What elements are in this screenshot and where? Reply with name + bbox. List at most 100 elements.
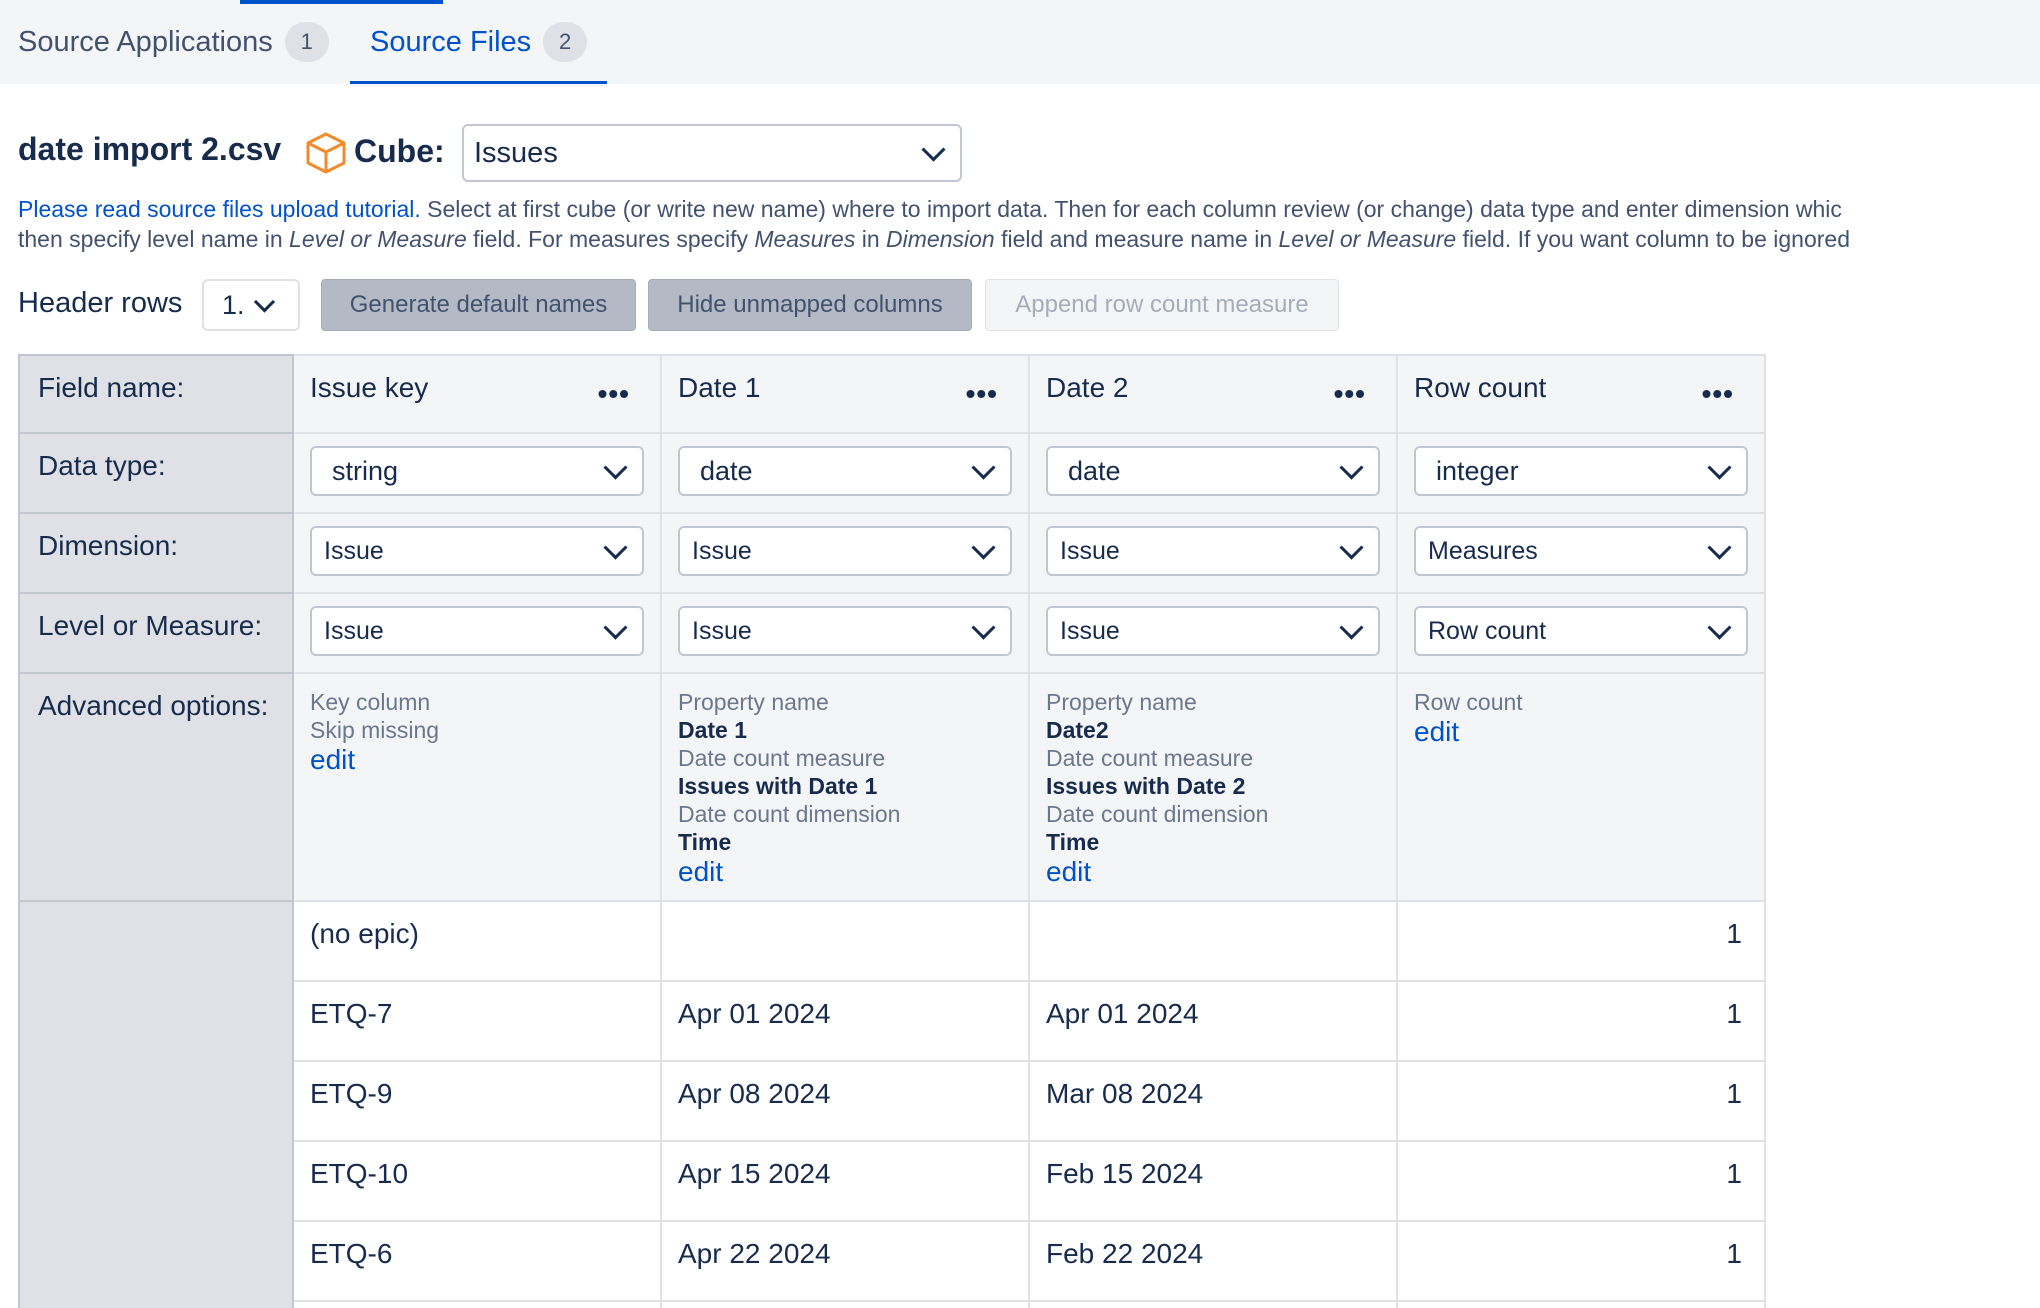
advanced-cell: Property name Date 1 Date count measure … [662,674,1030,902]
more-options-icon[interactable]: ••• [1702,378,1734,410]
tutorial-link[interactable]: Please read source files upload tutorial… [18,196,421,222]
data-type-select[interactable]: integer [1414,446,1748,496]
cube-icon [306,132,346,174]
tab-label: Source Applications [18,25,273,58]
adv-dimension-label: Date count dimension [678,801,901,827]
row-label-level: Level or Measure: [18,594,294,674]
tab-source-applications[interactable]: Source Applications 1 [18,0,329,84]
adv-dimension-value: Time [678,829,732,855]
table-row-cell: Apr 15 2024 [662,1142,1030,1222]
dimension-select[interactable]: Measures [1414,526,1748,576]
tab-count-badge: 1 [284,22,329,62]
cell-value: Apr 08 2024 [678,1078,831,1109]
cell-value: ETQ-10 [310,1158,409,1189]
adv-skip-missing: Skip missing [310,717,440,743]
adv-key-column: Key column [310,689,431,715]
data-type-select[interactable]: date [1046,446,1380,496]
adv-measure-value: Issues with Date 1 [678,773,878,799]
select-value: integer [1436,455,1519,486]
cell-value: Feb 15 2024 [1046,1158,1204,1189]
level-select[interactable]: Row count [1414,606,1748,656]
column-header: Row count ••• [1398,354,1766,434]
edit-link[interactable]: edit [310,744,355,776]
field-name: Date 1 [678,372,761,403]
edit-link[interactable]: edit [678,856,723,888]
cell-value: ETQ-6 [310,1238,393,1269]
field-name: Date 2 [1046,372,1129,403]
row-label-text: Field name: [38,372,185,403]
table-row-cell: 1 [1398,1142,1766,1222]
level-select[interactable]: Issue [678,606,1012,656]
tab-source-files[interactable]: Source Files 2 [349,0,608,84]
level-select[interactable]: Issue [1046,606,1380,656]
more-options-icon[interactable]: ••• [598,378,630,410]
table-row-cell: 1 [1398,902,1766,982]
dimension-select[interactable]: Issue [310,526,644,576]
cube-select[interactable]: Issues [462,124,962,182]
row-label-data-spacer [18,902,294,1308]
dimension-cell: Issue [1030,514,1398,594]
more-options-icon[interactable]: ••• [966,378,998,410]
select-value: date [700,455,753,486]
data-type-select[interactable]: string [310,446,644,496]
chevron-down-icon [971,615,996,640]
adv-property-value: Date2 [1046,717,1109,743]
row-label-text: Data type: [38,450,166,481]
cell-value: Mar 08 2024 [1046,1078,1204,1109]
adv-measure-value: Issues with Date 2 [1046,773,1246,799]
select-value: Issue [1060,616,1120,645]
chevron-down-icon [603,615,628,640]
tab-bar: Source Applications 1 Source Files 2 [0,0,2040,84]
advanced-options: Key column Skip missing edit [310,688,439,776]
table-row-cell: ETQ-6 [294,1222,662,1302]
level-select[interactable]: Issue [310,606,644,656]
header-rows-select[interactable]: 1. [202,279,300,331]
hide-unmapped-columns-button[interactable]: Hide unmapped columns [648,279,972,331]
table-row-cell [1030,902,1398,982]
help-line2-e: in [855,226,887,252]
chevron-down-icon [603,535,628,560]
more-options-icon[interactable]: ••• [1334,378,1366,410]
adv-property-value: Date 1 [678,717,748,743]
advanced-options: Property name Date 1 Date count measure … [678,688,900,888]
cell-value: Apr 22 2024 [678,1238,831,1269]
select-value: Issue [324,616,384,645]
table-row-cell: Apr 01 2024 [662,982,1030,1062]
chevron-down-icon [1707,455,1732,480]
cell-value: 1 [1726,1238,1742,1269]
table-row-cell: Feb 15 2024 [1030,1142,1398,1222]
level-cell: Issue [1030,594,1398,674]
chevron-down-icon [603,455,628,480]
tab-count-badge: 2 [543,22,588,62]
table-row-cell: ETQ-10 [294,1142,662,1222]
help-line2-h: Level or Measure [1278,226,1457,252]
data-type-cell: date [662,434,1030,514]
mapping-grid: Field name: Data type: Dimension: Level … [18,354,1766,1308]
generate-default-names-button[interactable]: Generate default names [321,279,636,331]
edit-link[interactable]: edit [1046,856,1091,888]
chevron-down-icon [971,455,996,480]
edit-link[interactable]: edit [1414,716,1459,748]
help-line2-f: Dimension [886,226,995,252]
table-row-cell: (no epic) [294,902,662,982]
table-row-cell [1398,1302,1766,1308]
select-value: string [332,455,399,486]
data-type-select[interactable]: date [678,446,1012,496]
file-title: date import 2.csv [18,131,282,167]
table-row-cell [294,1302,662,1308]
row-label-dimension: Dimension: [18,514,294,594]
dimension-select[interactable]: Issue [678,526,1012,576]
chevron-down-icon [1707,535,1732,560]
column-header: Issue key ••• [294,354,662,434]
advanced-cell: Property name Date2 Date count measure I… [1030,674,1398,902]
field-name: Row count [1414,372,1547,403]
adv-measure-label: Date count measure [678,745,886,771]
data-type-cell: date [1030,434,1398,514]
level-cell: Row count [1398,594,1766,674]
cell-value: Apr 01 2024 [1046,998,1199,1029]
append-row-count-button[interactable]: Append row count measure [985,279,1339,331]
row-label-advanced: Advanced options: [18,674,294,902]
table-row-cell: Mar 08 2024 [1030,1062,1398,1142]
table-row-cell: 1 [1398,1062,1766,1142]
dimension-select[interactable]: Issue [1046,526,1380,576]
